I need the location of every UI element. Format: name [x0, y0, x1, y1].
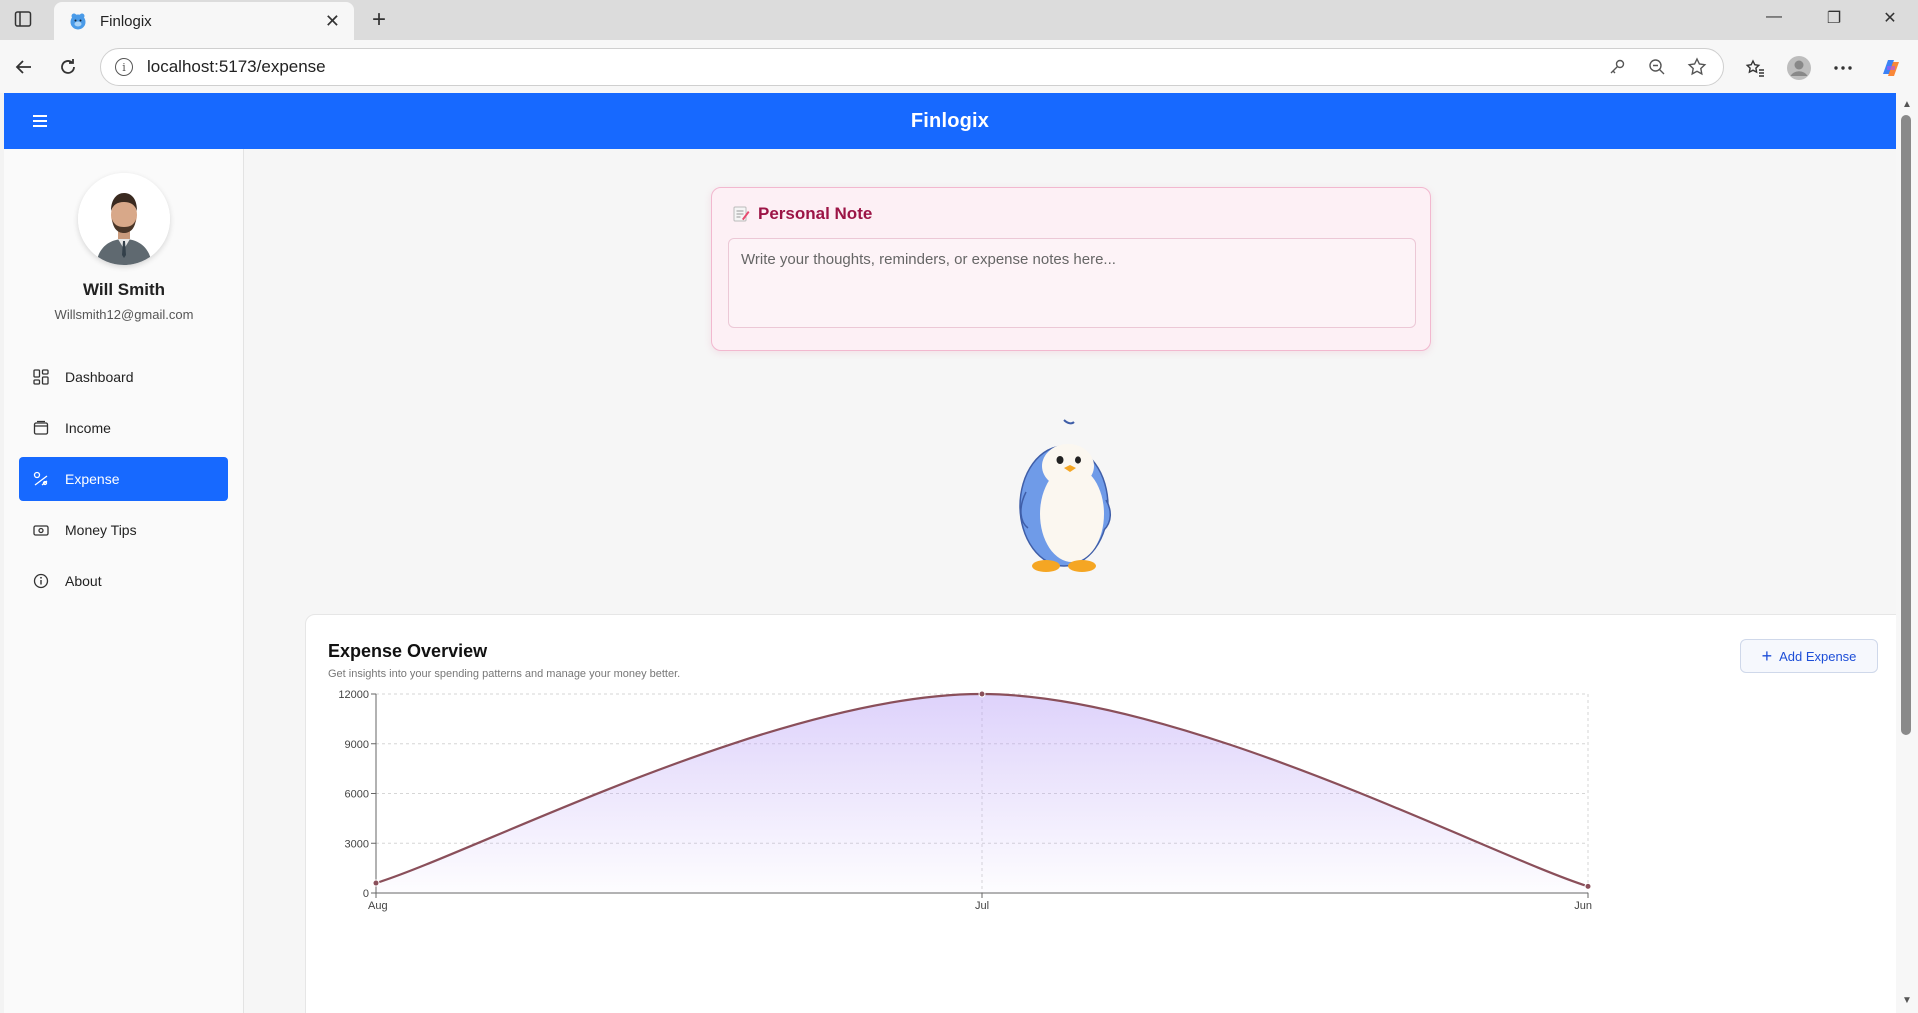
- y-tick-label: 3000: [345, 838, 369, 850]
- x-tick-label: Jul: [975, 900, 989, 912]
- favorites-icon[interactable]: [1740, 53, 1770, 83]
- sidebar-item-label: About: [65, 573, 102, 589]
- expense-overview-title: Expense Overview: [328, 641, 488, 661]
- sidebar-nav: Dashboard Income Expense Money Tips Abou…: [19, 355, 228, 610]
- browser-tab[interactable]: Finlogix ✕: [54, 2, 354, 40]
- favorite-star-icon[interactable]: [1683, 53, 1711, 81]
- scroll-up-icon[interactable]: ▲: [1900, 97, 1914, 111]
- main-content: Personal Note Write your thoughts, remin…: [244, 149, 1896, 1013]
- copilot-icon[interactable]: [1876, 53, 1906, 83]
- data-point: [372, 879, 380, 887]
- hamburger-menu-icon[interactable]: [28, 109, 52, 133]
- scroll-thumb[interactable]: [1901, 115, 1911, 735]
- app-header: Finlogix: [4, 93, 1896, 149]
- add-expense-button[interactable]: + Add Expense: [1740, 639, 1878, 673]
- personal-note-card: Personal Note: [711, 187, 1431, 351]
- wallet-icon: [33, 420, 49, 436]
- sidebar-item-income[interactable]: Income: [19, 406, 228, 450]
- x-tick-label: Jun: [1574, 900, 1592, 912]
- expense-overview-card: 0 3000 6000 9000 12000 Aug Jul Jun Expense Over…: [305, 614, 1896, 1013]
- tab-actions-icon[interactable]: [12, 8, 34, 30]
- data-point: [978, 690, 986, 698]
- sidebar-item-label: Expense: [65, 471, 120, 487]
- sidebar-item-label: Income: [65, 420, 111, 436]
- user-name: Will Smith: [82, 280, 165, 299]
- restore-icon[interactable]: ❐: [1814, 8, 1854, 28]
- avatar: [78, 173, 170, 265]
- back-icon[interactable]: [10, 53, 38, 81]
- y-tick-label: 0: [363, 888, 369, 900]
- sidebar-item-dashboard[interactable]: Dashboard: [19, 355, 228, 399]
- user-email: Willsmith12@gmail.com: [54, 307, 194, 322]
- profile-icon[interactable]: [1784, 53, 1814, 83]
- y-tick-label: 9000: [345, 739, 369, 751]
- tab-title: Finlogix: [100, 12, 152, 30]
- browser-tabstrip: Finlogix ✕ + — ❐ ✕: [0, 0, 1918, 40]
- memo-icon: [733, 206, 750, 222]
- info-icon: [33, 573, 49, 589]
- app-brand: Finlogix: [910, 109, 990, 132]
- note-title: Personal Note: [732, 204, 872, 224]
- reload-icon[interactable]: [54, 53, 82, 81]
- y-tick-label: 6000: [345, 789, 369, 801]
- scroll-down-icon[interactable]: ▼: [1900, 993, 1914, 1007]
- app-root: Finlogix Will Smith Willsmith12@gmail.co…: [4, 93, 1896, 1013]
- y-tick-label: 12000: [338, 689, 369, 701]
- key-icon[interactable]: [1603, 53, 1631, 81]
- sidebar: Will Smith Willsmith12@gmail.com Dashboa…: [4, 149, 244, 1013]
- more-options-icon[interactable]: [1828, 53, 1858, 83]
- sidebar-item-about[interactable]: About: [19, 559, 228, 603]
- url-text: localhost:5173/expense: [147, 57, 326, 76]
- add-expense-label: Add Expense: [1779, 648, 1857, 664]
- browser-toolbar: i localhost:5173/expense: [0, 40, 1918, 93]
- plus-icon: +: [1761, 646, 1773, 666]
- expense-overview-subtitle: Get insights into your spending patterns…: [328, 668, 681, 680]
- personal-note-input[interactable]: [728, 238, 1416, 328]
- note-title-text: Personal Note: [758, 204, 873, 223]
- window-close-icon[interactable]: ✕: [1870, 8, 1910, 28]
- sidebar-item-money-tips[interactable]: Money Tips: [19, 508, 228, 552]
- zoom-out-icon[interactable]: [1643, 53, 1671, 81]
- page-scrollbar[interactable]: ▲ ▼: [1896, 93, 1918, 1013]
- new-tab-icon[interactable]: +: [364, 5, 394, 35]
- dashboard-icon: [33, 369, 49, 385]
- piggy-bank-favicon-icon: [70, 13, 86, 30]
- x-tick-label: Aug: [368, 900, 388, 912]
- expense-icon: [33, 471, 49, 487]
- sidebar-item-label: Money Tips: [65, 522, 137, 538]
- sidebar-item-label: Dashboard: [65, 369, 134, 385]
- address-bar[interactable]: i localhost:5173/expense: [100, 48, 1724, 86]
- data-point: [1584, 882, 1592, 890]
- site-info-icon[interactable]: i: [115, 58, 133, 76]
- sidebar-item-expense[interactable]: Expense: [19, 457, 228, 501]
- tab-close-icon[interactable]: ✕: [325, 11, 340, 32]
- penguin-illustration: [1019, 419, 1111, 572]
- minimize-icon[interactable]: —: [1754, 8, 1794, 26]
- money-icon: [33, 522, 49, 538]
